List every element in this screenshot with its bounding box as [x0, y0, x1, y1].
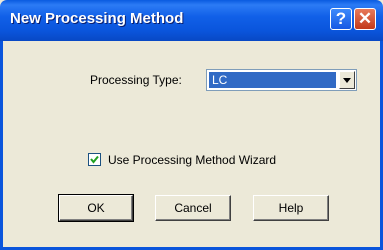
use-wizard-label[interactable]: Use Processing Method Wizard	[108, 153, 276, 167]
processing-type-select[interactable]: LC	[206, 69, 357, 91]
chevron-down-icon[interactable]	[339, 71, 355, 89]
question-mark-icon: ?	[335, 9, 347, 28]
processing-type-label: Processing Type:	[90, 73, 182, 87]
processing-type-value: LC	[209, 72, 336, 88]
ok-button[interactable]: OK	[58, 194, 134, 222]
help-button[interactable]: Help	[253, 195, 329, 221]
title-help-button[interactable]: ?	[330, 8, 352, 30]
use-wizard-checkbox[interactable]	[88, 153, 101, 166]
title-bar[interactable]: New Processing Method ? ✕	[0, 0, 383, 41]
new-processing-method-dialog: New Processing Method ? ✕ Processing Typ…	[0, 0, 383, 250]
title-close-button[interactable]: ✕	[354, 8, 376, 30]
checkmark-icon	[90, 155, 99, 164]
cancel-button[interactable]: Cancel	[155, 195, 231, 221]
close-icon: ✕	[357, 9, 373, 28]
dialog-title: New Processing Method	[10, 10, 184, 27]
